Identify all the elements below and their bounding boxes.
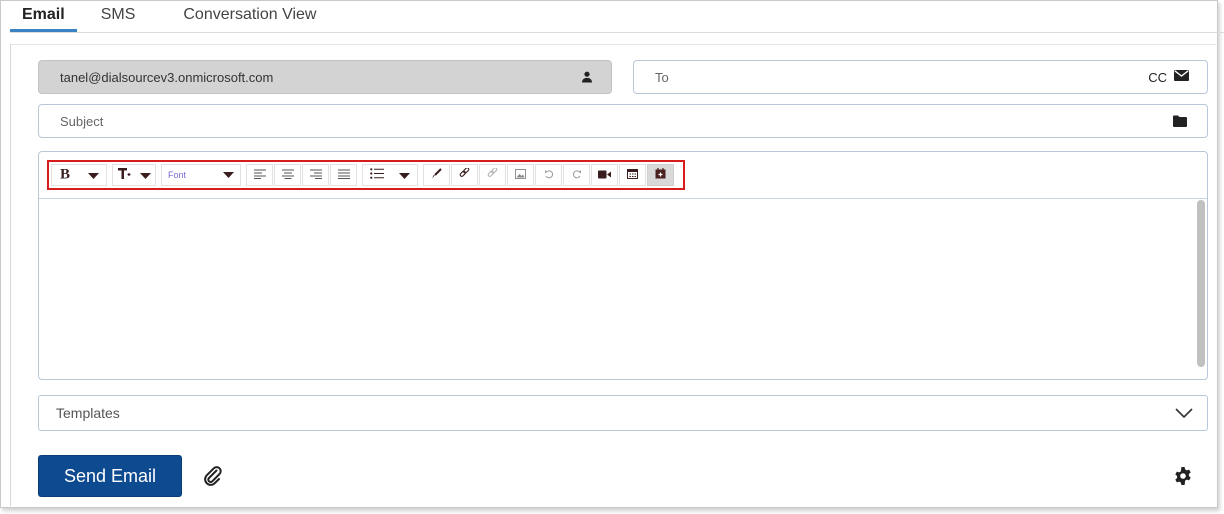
templates-select[interactable]: Templates — [38, 395, 1208, 431]
chevron-down-icon — [398, 166, 410, 184]
folder-icon[interactable] — [1173, 115, 1187, 127]
editor-toolbar: B Font — [47, 160, 685, 190]
chevron-down-icon — [1175, 408, 1193, 418]
list-dropdown[interactable] — [362, 164, 418, 186]
chevron-down-icon — [223, 172, 234, 178]
paperclip-icon[interactable] — [202, 465, 224, 487]
send-email-button[interactable]: Send Email — [38, 455, 182, 497]
video-button[interactable] — [591, 164, 618, 186]
subject-placeholder: Subject — [60, 113, 104, 129]
font-select[interactable]: Font — [161, 164, 241, 186]
to-placeholder: To — [655, 69, 669, 85]
person-icon — [581, 71, 593, 83]
text-size-dropdown[interactable] — [112, 164, 156, 186]
unlink-icon — [487, 166, 498, 184]
from-field: tanel@dialsourcev3.onmicrosoft.com — [38, 60, 612, 94]
tab-email[interactable]: Email — [10, 0, 77, 32]
editor-scrollbar[interactable] — [1197, 200, 1205, 367]
link-icon — [459, 166, 470, 184]
redo-button[interactable] — [563, 164, 590, 186]
link-button[interactable] — [451, 164, 478, 186]
calendar-icon — [627, 166, 638, 184]
to-field[interactable]: To CC — [633, 60, 1208, 94]
brush-button[interactable] — [423, 164, 450, 186]
font-select-value: Font — [168, 170, 187, 180]
cc-button[interactable]: CC — [1148, 70, 1167, 85]
envelope-icon[interactable] — [1174, 68, 1189, 86]
align-right-button[interactable] — [302, 164, 329, 186]
gear-icon[interactable] — [1173, 466, 1193, 486]
svg-text:B: B — [60, 166, 70, 180]
video-icon — [598, 166, 611, 184]
image-icon — [515, 166, 526, 184]
calendar-event-icon — [655, 166, 666, 184]
tab-conversation-view[interactable]: Conversation View — [171, 0, 328, 32]
tab-sms[interactable]: SMS — [89, 0, 148, 32]
unlink-button[interactable] — [479, 164, 506, 186]
editor-divider — [39, 198, 1207, 199]
undo-icon — [544, 166, 554, 184]
bullet-list-icon — [370, 166, 385, 184]
chevron-down-icon — [87, 166, 99, 184]
justify-icon — [337, 166, 350, 184]
image-button[interactable] — [507, 164, 534, 186]
brush-icon — [431, 166, 442, 184]
align-right-icon — [309, 166, 322, 184]
undo-button[interactable] — [535, 164, 562, 186]
tabs-divider — [10, 32, 1224, 33]
bold-icon: B — [59, 166, 73, 185]
subject-field[interactable]: Subject — [38, 104, 1208, 138]
message-editor[interactable]: B Font — [38, 151, 1208, 380]
channel-tabs: Email SMS Conversation View — [10, 0, 328, 32]
to-actions: CC — [1148, 68, 1189, 86]
from-address: tanel@dialsourcev3.onmicrosoft.com — [60, 69, 274, 85]
calendar-event-button[interactable] — [647, 164, 674, 186]
text-size-icon — [117, 166, 131, 185]
justify-button[interactable] — [330, 164, 357, 186]
align-center-button[interactable] — [274, 164, 301, 186]
align-center-icon — [281, 166, 294, 184]
templates-label: Templates — [56, 405, 120, 421]
bold-dropdown[interactable]: B — [51, 164, 107, 186]
chevron-down-icon — [139, 166, 151, 184]
calendar-button[interactable] — [619, 164, 646, 186]
align-left-icon — [253, 166, 266, 184]
redo-icon — [572, 166, 582, 184]
align-left-button[interactable] — [246, 164, 273, 186]
